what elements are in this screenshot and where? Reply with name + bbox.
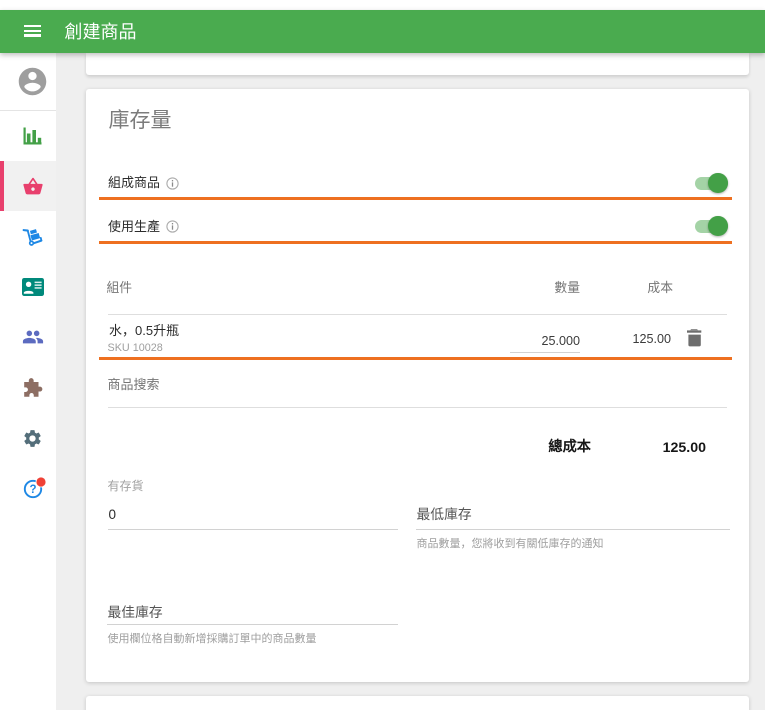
svg-text:?: ? <box>29 484 36 496</box>
